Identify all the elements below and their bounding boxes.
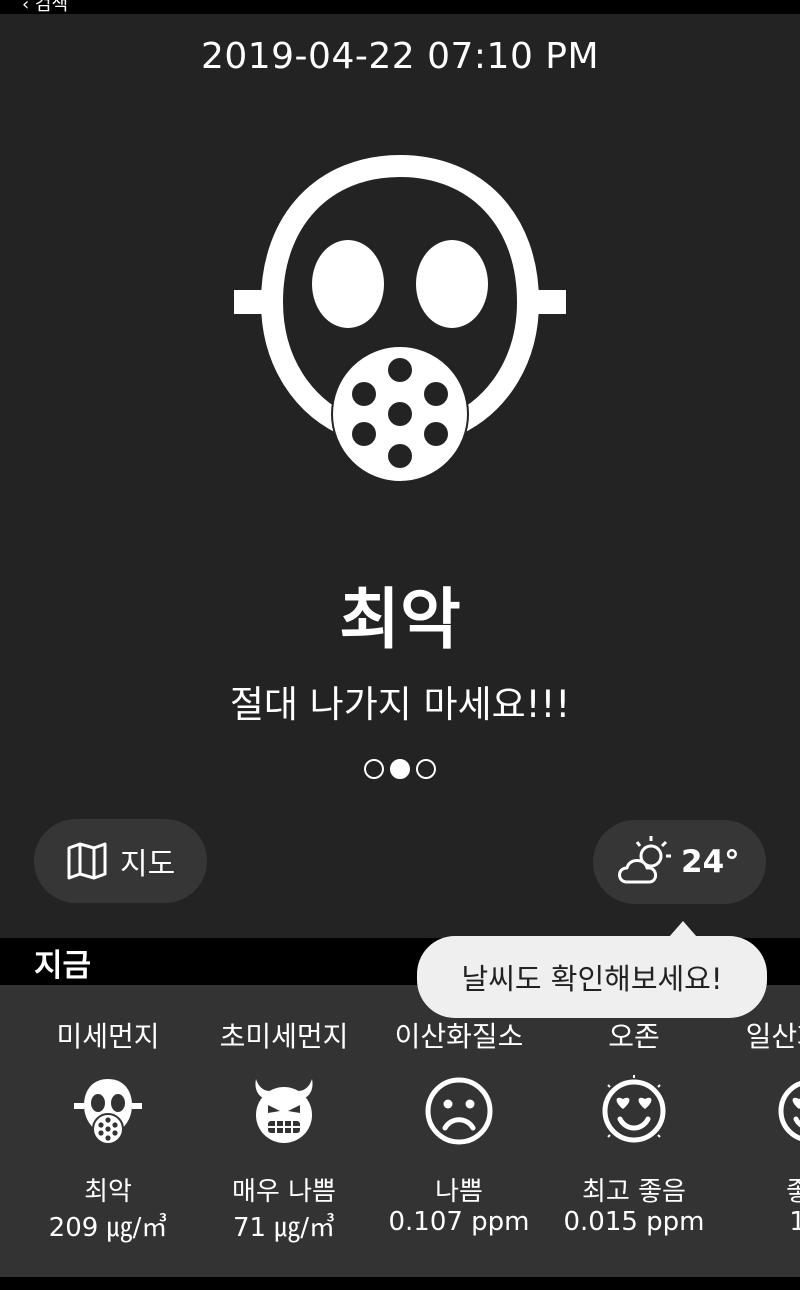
weather-button[interactable]: 24° bbox=[593, 820, 766, 904]
weather-tooltip[interactable]: 날씨도 확인해보세요! bbox=[417, 921, 767, 1018]
gas-mask-icon bbox=[234, 154, 566, 483]
heart-eyes-face-icon bbox=[778, 1081, 800, 1141]
page-dot-3[interactable] bbox=[416, 759, 436, 779]
map-button-label: 지도 bbox=[120, 847, 176, 882]
map-button[interactable]: 지도 bbox=[34, 819, 207, 903]
page-indicator[interactable] bbox=[364, 759, 436, 779]
sad-face-icon bbox=[425, 1077, 493, 1145]
bottom-bar bbox=[0, 1277, 800, 1290]
pollutant-list[interactable]: 미세먼지 최악 209 ㎍/㎥ 초미세먼지 매우 나쁨 71 ㎍/㎥ 이산화질소… bbox=[0, 985, 800, 1277]
pollutant-level: 좋음 bbox=[786, 1177, 800, 1207]
tooltip-text: 날씨도 확인해보세요! bbox=[461, 962, 723, 996]
air-quality-hero: 2019-04-22 07:10 PM 최악 절대 나가지 마세요!!! 지도 bbox=[0, 14, 800, 938]
page-dot-2[interactable] bbox=[390, 759, 410, 779]
section-title: 지금 bbox=[34, 948, 92, 984]
air-quality-grade: 최악 bbox=[339, 581, 461, 658]
partly-cloudy-icon bbox=[618, 836, 671, 884]
air-quality-message: 절대 나가지 마세요!!! bbox=[229, 683, 571, 726]
status-bar: ‹ 검색 bbox=[0, 0, 800, 15]
map-icon bbox=[67, 842, 107, 880]
gas-mask-icon bbox=[74, 1079, 142, 1145]
datetime-label: 2019-04-22 07:10 PM bbox=[200, 36, 600, 77]
pollutant-value: 1.1 bbox=[789, 1207, 800, 1237]
devil-face-icon bbox=[255, 1079, 313, 1143]
pollutant-name: 일산화탄소 bbox=[745, 1020, 800, 1053]
temperature-label: 24° bbox=[681, 844, 740, 880]
heart-eyes-face-icon bbox=[602, 1075, 666, 1143]
page-dot-1[interactable] bbox=[364, 759, 384, 779]
